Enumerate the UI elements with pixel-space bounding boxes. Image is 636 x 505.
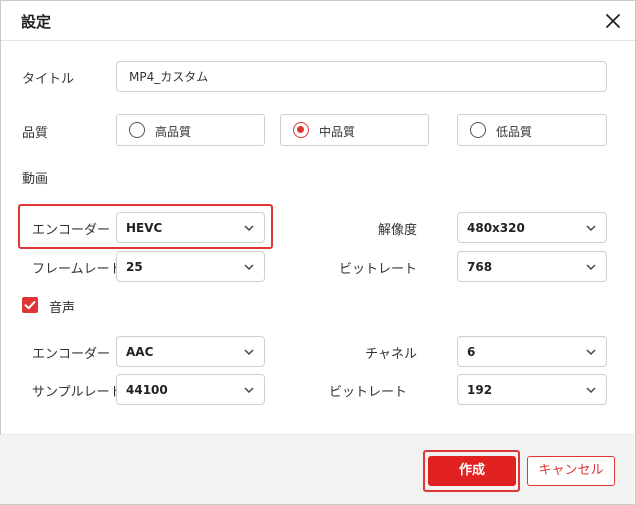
video-bitrate-label: ビットレート <box>338 262 417 277</box>
video-bitrate-value: 768 <box>467 260 493 274</box>
channel-label: チャネル <box>365 347 417 362</box>
quality-option-medium[interactable]: 中品質 <box>280 114 429 146</box>
chevron-down-icon <box>585 261 597 273</box>
chevron-down-icon <box>243 222 255 234</box>
chevron-down-icon <box>585 222 597 234</box>
quality-option-label: 高品質 <box>155 125 192 139</box>
chevron-down-icon <box>243 384 255 396</box>
resolution-label: 解像度 <box>377 223 417 238</box>
audio-encoder-label: エンコーダー <box>32 347 111 362</box>
samplerate-label: サンプルレート <box>32 385 123 400</box>
channel-select[interactable]: 6 <box>457 336 607 367</box>
create-button[interactable]: 作成 <box>428 456 516 486</box>
samplerate-value: 44100 <box>126 383 168 397</box>
channel-value: 6 <box>467 345 476 359</box>
video-encoder-select[interactable]: HEVC <box>116 212 265 243</box>
title-input[interactable] <box>117 62 606 91</box>
cancel-button[interactable]: キャンセル <box>527 456 615 486</box>
dialog-titlebar: 設定 <box>1 1 635 41</box>
audio-encoder-select[interactable]: AAC <box>116 336 265 367</box>
video-encoder-value: HEVC <box>126 221 163 235</box>
dialog-title: 設定 <box>21 13 52 31</box>
audio-encoder-value: AAC <box>126 345 154 359</box>
quality-option-high[interactable]: 高品質 <box>116 114 265 146</box>
resolution-select[interactable]: 480x320 <box>457 212 607 243</box>
quality-option-label: 低品質 <box>496 125 533 139</box>
chevron-down-icon <box>243 346 255 358</box>
framerate-label: フレームレート <box>32 262 123 277</box>
audio-enabled-checkbox[interactable] <box>22 297 38 313</box>
quality-label: 品質 <box>22 126 49 141</box>
video-bitrate-select[interactable]: 768 <box>457 251 607 282</box>
chevron-down-icon <box>585 384 597 396</box>
audio-bitrate-select[interactable]: 192 <box>457 374 607 405</box>
audio-bitrate-label: ビットレート <box>328 385 407 400</box>
resolution-value: 480x320 <box>467 221 525 235</box>
quality-option-label: 中品質 <box>319 125 356 139</box>
video-section-label: 動画 <box>22 172 49 187</box>
radio-icon <box>470 122 486 138</box>
radio-selected-icon <box>293 122 309 138</box>
chevron-down-icon <box>243 261 255 273</box>
quality-option-low[interactable]: 低品質 <box>457 114 607 146</box>
audio-section-label: 音声 <box>49 301 76 316</box>
title-field[interactable] <box>116 61 607 92</box>
title-label: タイトル <box>22 72 75 87</box>
chevron-down-icon <box>585 346 597 358</box>
framerate-value: 25 <box>126 260 143 274</box>
checkmark-icon <box>24 301 36 310</box>
framerate-select[interactable]: 25 <box>116 251 265 282</box>
radio-icon <box>129 122 145 138</box>
audio-bitrate-value: 192 <box>467 383 493 397</box>
video-encoder-label: エンコーダー <box>32 223 111 238</box>
close-icon[interactable] <box>601 9 625 33</box>
samplerate-select[interactable]: 44100 <box>116 374 265 405</box>
